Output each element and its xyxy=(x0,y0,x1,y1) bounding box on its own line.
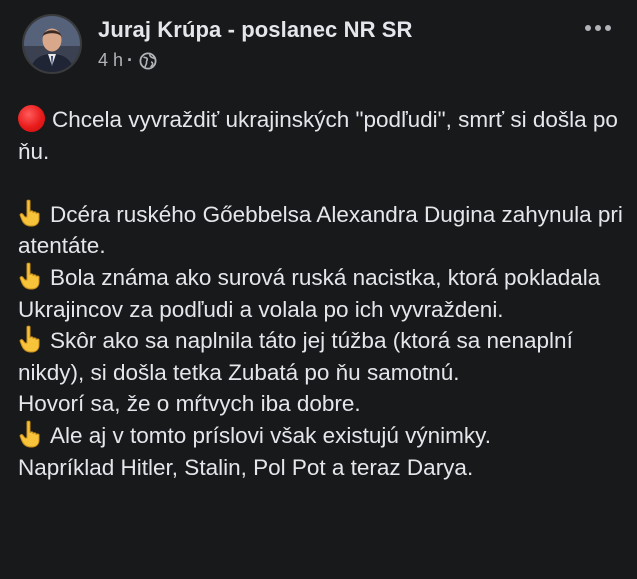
more-options-icon[interactable] xyxy=(580,18,616,38)
post-text-line: Bola známa ako surová ruská nacistka, kt… xyxy=(18,264,601,322)
post-text-line: Chcela vyvraždiť ukrajinských "podľudi",… xyxy=(18,107,618,164)
post-paragraph-plain: Napríklad Hitler, Stalin, Pol Pot a tera… xyxy=(18,452,630,484)
post-paragraph-bullet: Skôr ako sa naplnila táto jej túžba (kto… xyxy=(18,325,630,388)
globe-icon[interactable] xyxy=(139,52,157,70)
post-text-line: Ale aj v tomto príslovi však existujú vý… xyxy=(50,422,491,448)
profile-photo xyxy=(24,16,80,72)
index-pointing-up-icon xyxy=(18,262,42,290)
index-pointing-up-icon xyxy=(18,420,42,448)
post-paragraph-bullet: Ale aj v tomto príslovi však existujú vý… xyxy=(18,420,630,452)
post-text-line: Dcéra ruského Gőebbelsa Alexandra Dugina… xyxy=(18,201,623,259)
post-paragraph-bullet: Bola známa ako surová ruská nacistka, kt… xyxy=(18,262,630,325)
post-meta: 4 h · xyxy=(98,50,157,71)
index-pointing-up-icon xyxy=(18,199,42,227)
post-text-line: Napríklad Hitler, Stalin, Pol Pot a tera… xyxy=(18,454,474,480)
meta-separator: · xyxy=(127,50,134,70)
post-paragraph-bullet: Dcéra ruského Gőebbelsa Alexandra Dugina… xyxy=(18,199,630,262)
index-pointing-up-icon xyxy=(18,325,42,353)
post-timestamp[interactable]: 4 h xyxy=(98,50,123,71)
post-header: Juraj Krúpa - poslanec NR SR 4 h · xyxy=(22,14,622,78)
red-circle-icon xyxy=(18,105,45,132)
post-paragraph-plain: Hovorí sa, že o mŕtvych iba dobre. xyxy=(18,388,630,420)
author-avatar[interactable] xyxy=(22,14,82,74)
author-name[interactable]: Juraj Krúpa - poslanec NR SR xyxy=(98,17,413,43)
post-text-line: Skôr ako sa naplnila táto jej túžba (kto… xyxy=(18,328,573,385)
post-text-line: Hovorí sa, že o mŕtvych iba dobre. xyxy=(18,391,361,417)
post-body: Chcela vyvraždiť ukrajinských "podľudi",… xyxy=(18,104,630,483)
post-paragraph-lead: Chcela vyvraždiť ukrajinských "podľudi",… xyxy=(18,104,630,167)
facebook-post: Juraj Krúpa - poslanec NR SR 4 h · Chcel… xyxy=(0,0,637,579)
